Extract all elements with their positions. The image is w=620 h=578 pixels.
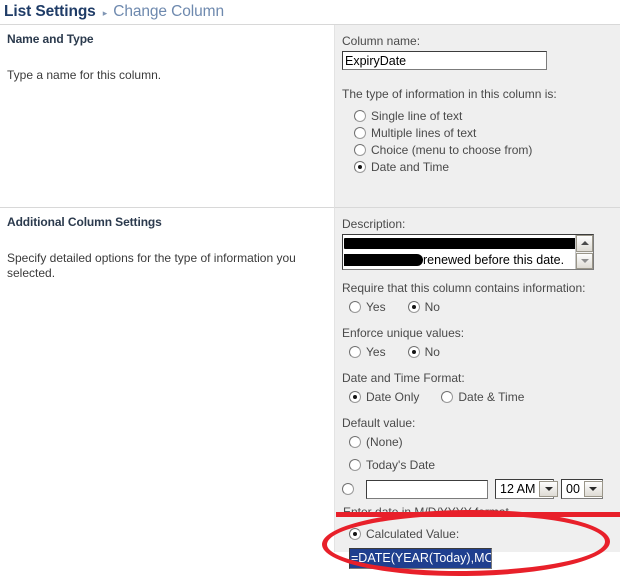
section-description-name-and-type: Type a name for this column.	[7, 68, 162, 82]
radio-default-specific-date[interactable]	[342, 483, 354, 495]
triangle-right-icon: ▸	[102, 7, 108, 18]
description-scrollbar[interactable]	[575, 235, 593, 269]
settings-form: Name and Type Type a name for this colum…	[0, 25, 620, 578]
section-title-additional-settings: Additional Column Settings	[7, 215, 162, 229]
breadcrumb: List Settings ▸ Change Column	[0, 0, 620, 25]
radio-label: Yes	[366, 344, 386, 359]
radio-label: (None)	[366, 434, 403, 449]
section-name-and-type: Name and Type Type a name for this colum…	[0, 25, 620, 207]
radio-calculated-value[interactable]: Calculated Value:	[342, 525, 620, 542]
column-name-input[interactable]	[342, 51, 547, 70]
radio-label: Multiple lines of text	[371, 125, 477, 140]
radio-label: No	[424, 344, 440, 359]
radio-button-icon	[349, 345, 361, 358]
date-time-format-label: Date and Time Format:	[342, 371, 465, 385]
arrow-up-icon	[580, 241, 589, 246]
radio-date-and-time[interactable]: Date and Time	[342, 158, 620, 175]
default-value-label: Default value:	[342, 416, 416, 430]
arrow-down-icon	[580, 258, 589, 263]
radio-label: Calculated Value:	[366, 526, 460, 541]
scroll-down-button[interactable]	[576, 252, 593, 269]
radio-button-selected-icon	[354, 160, 366, 173]
column-type-label: The type of information in this column i…	[342, 87, 557, 101]
minute-value: 00	[566, 482, 580, 496]
additional-settings-fields-pane: Description: renewed before this date. R…	[335, 207, 620, 569]
require-information-label: Require that this column contains inform…	[342, 281, 586, 295]
radio-label: Yes	[366, 299, 386, 314]
radio-unique-no[interactable]: No	[407, 343, 440, 360]
name-and-type-info-pane: Name and Type Type a name for this colum…	[0, 25, 335, 207]
description-line-2: renewed before this date.	[344, 252, 575, 269]
radio-require-no[interactable]: No	[407, 298, 440, 315]
name-and-type-fields-pane: Column name: The type of information in …	[335, 25, 620, 207]
breadcrumb-current: Change Column	[113, 3, 224, 20]
description-textarea[interactable]: renewed before this date.	[342, 234, 594, 270]
section-description-additional-settings: Specify detailed options for the type of…	[7, 251, 296, 280]
radio-button-icon	[354, 109, 366, 122]
radio-unique-yes[interactable]: Yes	[342, 343, 386, 360]
redaction-bar	[344, 238, 575, 249]
chevron-down-icon	[589, 487, 598, 491]
radio-button-icon	[349, 458, 361, 471]
radio-label: Date & Time	[458, 389, 525, 404]
column-name-label: Column name:	[342, 34, 421, 48]
radio-default-none[interactable]: (None)	[342, 433, 620, 450]
description-line-1	[344, 235, 575, 252]
calculated-value-formula-input[interactable]: =DATE(YEAR(Today),MO	[349, 548, 492, 569]
radio-button-icon	[354, 143, 366, 156]
radio-button-icon	[354, 126, 366, 139]
radio-button-selected-icon	[407, 300, 420, 313]
breadcrumb-parent-link[interactable]: List Settings	[4, 3, 96, 21]
require-information-options: Yes No	[342, 298, 620, 315]
hour-value: 12 AM	[500, 482, 536, 496]
radio-button-icon	[349, 435, 361, 448]
radio-label: Date Only	[366, 389, 420, 404]
enforce-unique-options: Yes No	[342, 343, 620, 360]
radio-date-and-time-format[interactable]: Date & Time	[441, 388, 524, 405]
description-content: renewed before this date.	[343, 235, 575, 269]
description-visible-text: renewed before this date.	[423, 253, 565, 267]
date-time-format-options: Date Only Date & Time	[342, 388, 620, 405]
radio-multiple-lines-of-text[interactable]: Multiple lines of text	[342, 124, 620, 141]
radio-button-icon	[349, 300, 361, 313]
radio-date-only[interactable]: Date Only	[342, 388, 419, 405]
default-date-row: 12 AM 00	[342, 479, 620, 499]
scroll-up-button[interactable]	[576, 235, 593, 252]
hour-dropdown[interactable]: 12 AM	[495, 479, 559, 499]
section-title-name-and-type: Name and Type	[7, 32, 94, 46]
dropdown-button[interactable]	[583, 481, 603, 497]
redaction-bar	[344, 254, 423, 266]
section-additional-column-settings: Additional Column Settings Specify detai…	[0, 207, 620, 569]
radio-label: Today's Date	[366, 457, 435, 472]
radio-default-todays-date[interactable]: Today's Date	[342, 456, 620, 473]
minute-dropdown[interactable]: 00	[561, 479, 603, 499]
description-label: Description:	[342, 217, 406, 231]
radio-button-selected-icon	[407, 345, 420, 358]
radio-choice-menu[interactable]: Choice (menu to choose from)	[342, 141, 620, 158]
radio-label: No	[424, 299, 440, 314]
radio-button-selected-icon	[349, 527, 361, 540]
radio-single-line-of-text[interactable]: Single line of text	[342, 107, 620, 124]
radio-require-yes[interactable]: Yes	[342, 298, 386, 315]
additional-settings-info-pane: Additional Column Settings Specify detai…	[0, 207, 335, 552]
dropdown-button[interactable]	[539, 481, 559, 497]
enforce-unique-label: Enforce unique values:	[342, 326, 465, 340]
radio-label: Date and Time	[371, 159, 450, 174]
chevron-down-icon	[544, 487, 553, 491]
radio-label: Single line of text	[371, 108, 463, 123]
default-date-input[interactable]	[366, 479, 488, 499]
radio-button-icon	[441, 390, 454, 403]
radio-label: Choice (menu to choose from)	[371, 142, 533, 157]
radio-button-selected-icon	[349, 390, 361, 403]
date-format-hint: Enter date in M/D/YYYY format.	[343, 505, 513, 519]
